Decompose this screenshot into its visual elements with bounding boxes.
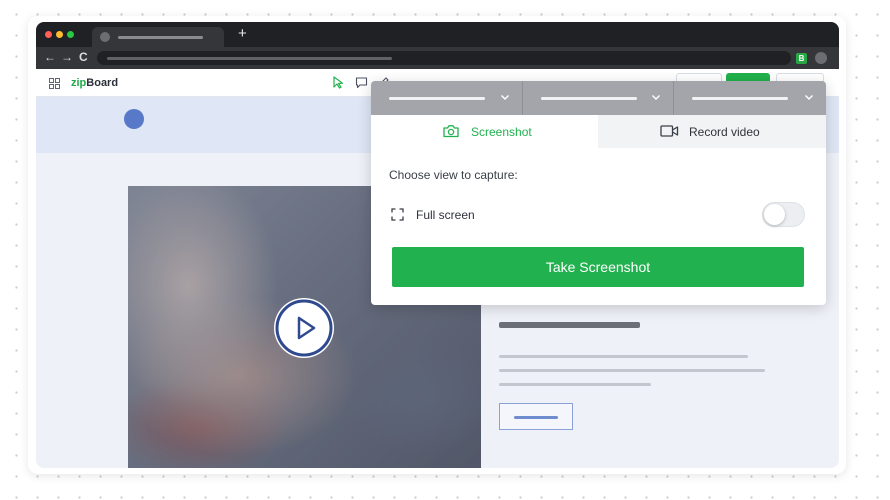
profile-avatar[interactable] — [815, 52, 827, 64]
fullscreen-icon — [391, 208, 404, 221]
content-text-line — [499, 355, 748, 358]
take-screenshot-button[interactable]: Take Screenshot — [392, 247, 804, 287]
dropdown-2[interactable] — [523, 81, 673, 115]
video-camera-icon — [660, 125, 679, 137]
url-placeholder — [107, 57, 392, 60]
play-icon — [275, 299, 333, 357]
comment-tool-icon[interactable] — [355, 76, 368, 89]
capture-panel-header — [371, 81, 826, 115]
apps-grid-icon[interactable] — [49, 78, 60, 89]
dropdown-value-placeholder — [389, 97, 485, 100]
forward-button[interactable]: → — [61, 50, 73, 65]
content-heading-placeholder — [499, 322, 640, 328]
play-button[interactable] — [274, 298, 334, 358]
chevron-down-icon — [805, 95, 813, 100]
back-button[interactable]: ← — [44, 50, 56, 65]
dropdown-value-placeholder — [541, 97, 637, 100]
cta-label-placeholder — [514, 416, 558, 419]
full-screen-toggle[interactable] — [762, 202, 805, 227]
pointer-tool-icon[interactable] — [332, 76, 345, 89]
browser-address-bar: ← → C B — [36, 47, 839, 69]
tab-screenshot-label: Screenshot — [471, 125, 532, 139]
browser-titlebar: + — [36, 22, 839, 47]
content-text-line — [499, 369, 765, 372]
capture-view-prompt: Choose view to capture: — [389, 168, 518, 182]
content-cta-button[interactable] — [499, 403, 573, 430]
dropdown-value-placeholder — [692, 97, 788, 100]
tab-title-placeholder — [118, 36, 203, 39]
close-window-button[interactable] — [45, 31, 52, 38]
favicon-icon — [100, 32, 110, 42]
new-tab-button[interactable]: + — [238, 25, 247, 43]
tab-screenshot[interactable]: Screenshot — [371, 115, 598, 148]
url-input[interactable] — [97, 51, 791, 65]
tab-record-video[interactable]: Record video — [598, 115, 826, 148]
reload-button[interactable]: C — [79, 50, 88, 65]
maximize-window-button[interactable] — [67, 31, 74, 38]
browser-tab[interactable] — [92, 27, 224, 47]
content-text-line — [499, 383, 651, 386]
minimize-window-button[interactable] — [56, 31, 63, 38]
camera-icon — [443, 125, 459, 138]
dropdown-3[interactable] — [674, 81, 826, 115]
full-screen-label: Full screen — [416, 208, 475, 222]
toggle-knob — [764, 204, 785, 225]
brand-logo: zipBoard — [71, 77, 119, 89]
capture-panel: Screenshot Record video Choose view to c… — [371, 81, 826, 305]
zipboard-extension-icon[interactable]: B — [796, 53, 807, 64]
tab-record-video-label: Record video — [689, 125, 760, 139]
chevron-down-icon — [501, 95, 509, 100]
chevron-down-icon — [652, 95, 660, 100]
page-logo-placeholder — [124, 109, 144, 129]
dropdown-1[interactable] — [371, 81, 522, 115]
